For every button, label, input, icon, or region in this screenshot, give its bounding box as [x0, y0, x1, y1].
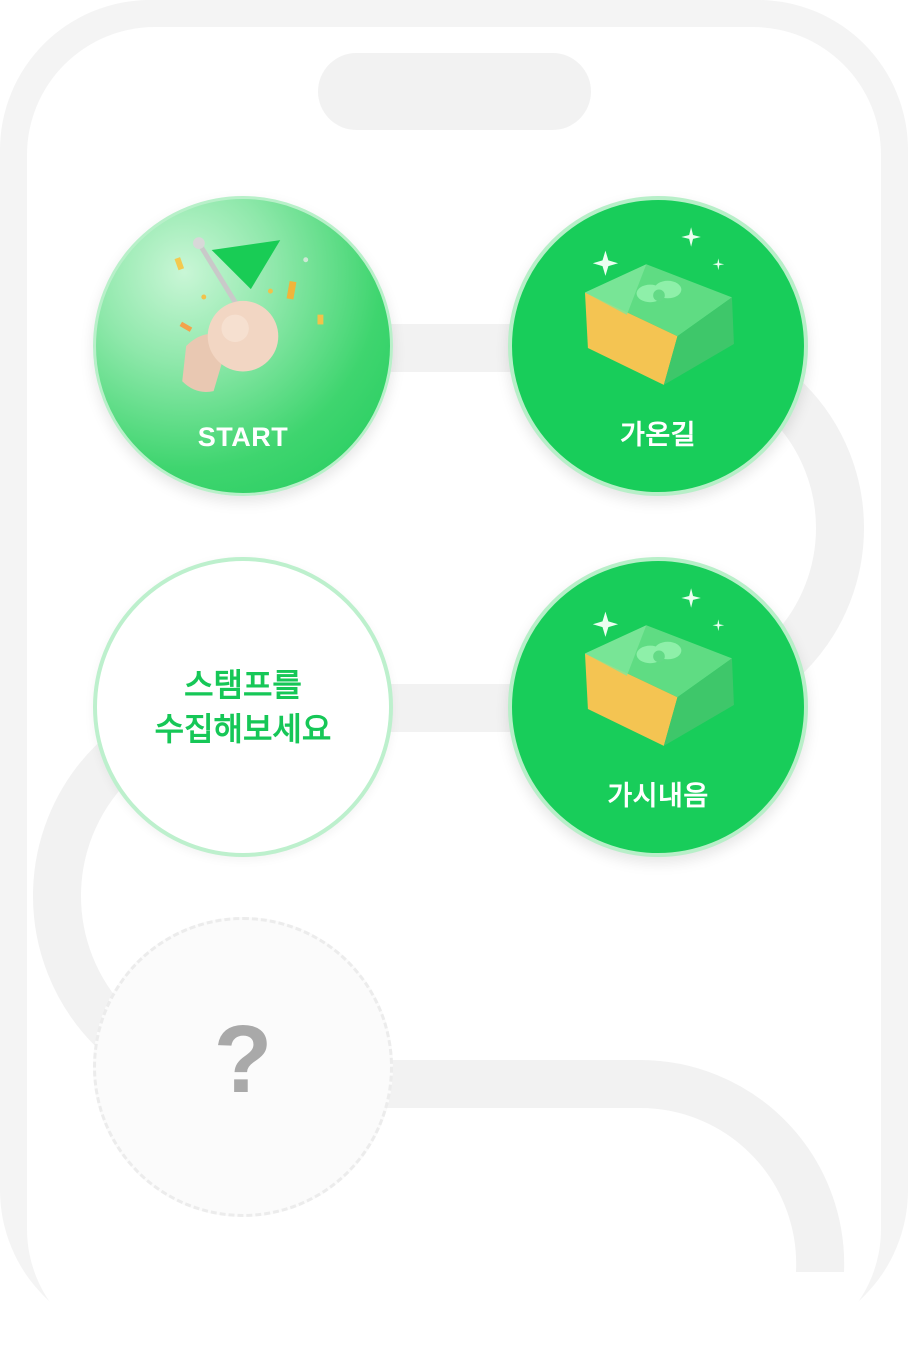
stamp-gaongil[interactable]: 가온길 [508, 196, 808, 496]
stamp-start-label: START [197, 422, 289, 452]
question-mark-icon: ? [213, 1006, 273, 1113]
collect-prompt-line2: 수집해보세요 [154, 711, 332, 747]
stamp-start[interactable]: START [93, 196, 393, 496]
collect-prompt-text: 스탬프를 수집해보세요 [155, 663, 332, 751]
stamp-collect-prompt: 스탬프를 수집해보세요 [93, 557, 393, 857]
stamp-locked[interactable]: ? [93, 917, 393, 1217]
stamp-gasinaeeum-label: 가시내음 [607, 781, 709, 811]
stamp-gasinaeeum[interactable]: 가시내음 [508, 557, 808, 857]
collect-prompt-line1: 스탬프를 [184, 667, 302, 703]
stamp-gaongil-label: 가온길 [619, 420, 697, 450]
